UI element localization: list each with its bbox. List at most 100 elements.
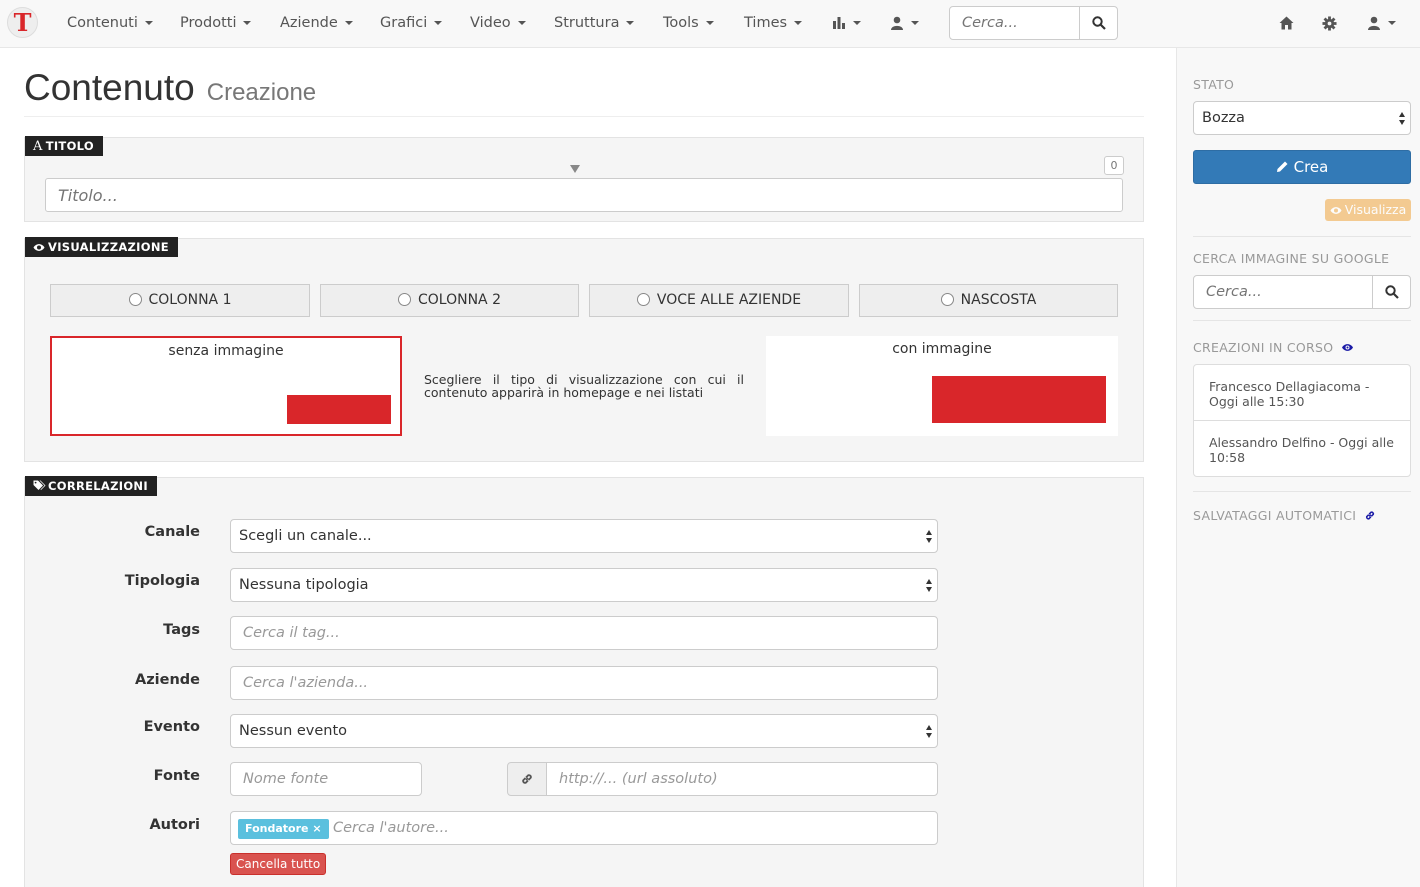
tipologia-select[interactable]: Nessuna tipologia <box>230 568 938 602</box>
radio-circle[interactable] <box>128 293 142 306</box>
caret-down-icon <box>243 21 252 25</box>
nav-label: Prodotti <box>180 15 237 31</box>
stato-select[interactable]: Bozza <box>1193 101 1411 135</box>
preview-senza-immagine[interactable]: senza immagine <box>50 336 402 436</box>
app-logo[interactable]: T <box>7 7 38 38</box>
bar-chart-icon <box>833 17 845 29</box>
caret-down-icon <box>705 21 714 25</box>
preview-bar <box>287 395 391 424</box>
select-arrows-icon <box>926 725 933 739</box>
section-tag-label: TITOLO <box>45 139 94 153</box>
tipologia-label: Tipologia <box>124 573 200 589</box>
caret-down-icon <box>434 21 443 25</box>
google-search-input[interactable] <box>1193 275 1373 309</box>
select-value: Nessun evento <box>239 723 348 739</box>
radio-voce-alle-aziende[interactable]: VOCE ALLE AZIENDE <box>589 284 849 317</box>
section-tag-label: VISUALIZZAZIONE <box>48 240 169 254</box>
collapse-arrow-icon[interactable] <box>570 165 580 173</box>
tags-input[interactable]: Cerca il tag... <box>230 616 938 650</box>
caret-down-icon <box>1388 21 1396 25</box>
canale-select[interactable]: Scegli un canale... <box>230 519 938 553</box>
radio-colonna-2[interactable]: COLONNA 2 <box>320 284 579 317</box>
title-char-counter: 0 <box>1104 156 1124 175</box>
creazioni-heading: CREAZIONI IN CORSO <box>1193 340 1354 355</box>
page-subtitle: Creazione <box>206 79 317 106</box>
author-chip: Fondatore × <box>238 819 329 839</box>
nav-aziende[interactable]: Aziende <box>280 0 353 46</box>
gear-icon <box>1322 15 1337 31</box>
logo-letter: T <box>13 8 32 37</box>
nav-tools[interactable]: Tools <box>663 0 714 46</box>
visualizza-button[interactable]: Visualizza <box>1325 199 1411 221</box>
nav-video[interactable]: Video <box>470 0 526 46</box>
radio-colonna-1[interactable]: COLONNA 1 <box>50 284 310 317</box>
caret-down-icon <box>911 21 919 25</box>
nav-label: Tools <box>663 15 699 31</box>
aziende-input[interactable]: Cerca l'azienda... <box>230 666 938 700</box>
nav-contenuti[interactable]: Contenuti <box>67 0 153 46</box>
user-icon <box>891 16 903 30</box>
crea-button[interactable]: Crea <box>1193 150 1411 184</box>
link-icon <box>522 774 532 784</box>
divider <box>1193 236 1411 237</box>
caret-down-icon <box>794 21 803 25</box>
select-arrows-icon <box>1399 112 1406 126</box>
google-heading: CERCA IMMAGINE SU GOOGLE <box>1193 251 1390 266</box>
divider <box>1193 320 1411 321</box>
panel-titolo: A TITOLO 0 <box>24 136 1144 222</box>
creazione-item[interactable]: Francesco Dellagiacoma - Oggi alle 15:30 <box>1193 364 1411 421</box>
radio-label: NASCOSTA <box>960 292 1037 308</box>
radio-circle[interactable] <box>636 293 650 306</box>
search-icon <box>1092 16 1106 30</box>
settings-button[interactable] <box>1322 0 1337 46</box>
fonte-url-input[interactable]: http://... (url assoluto) <box>546 762 938 796</box>
eye-icon[interactable] <box>1341 343 1354 352</box>
nav-times[interactable]: Times <box>744 0 803 46</box>
select-value: Bozza <box>1202 110 1245 126</box>
preview-label: con immagine <box>892 341 992 357</box>
google-search-button[interactable] <box>1372 275 1411 309</box>
select-value: Nessuna tipologia <box>239 577 369 593</box>
creazione-item[interactable]: Alessandro Delfino - Oggi alle 10:58 <box>1193 420 1411 477</box>
page-header: Contenuto Creazione <box>24 62 1144 117</box>
nav-users-menu[interactable] <box>890 0 919 46</box>
salvataggi-heading[interactable]: SALVATAGGI AUTOMATICI <box>1193 508 1376 523</box>
panel-visualizzazione: VISUALIZZAZIONE COLONNA 1 COLONNA 2 VOCE… <box>24 237 1144 462</box>
page-title-text: Contenuto <box>24 67 195 108</box>
caret-down-icon <box>853 21 861 25</box>
chip-remove-icon[interactable]: × <box>312 822 321 835</box>
nav-grafici[interactable]: Grafici <box>380 0 443 46</box>
home-button[interactable] <box>1279 0 1294 46</box>
fonte-label: Fonte <box>153 768 200 784</box>
radio-circle[interactable] <box>940 293 954 306</box>
caret-down-icon <box>344 21 353 25</box>
title-input[interactable] <box>45 178 1123 212</box>
url-addon <box>507 762 547 796</box>
navbar-search-input[interactable] <box>949 6 1080 40</box>
radio-nascosta[interactable]: NASCOSTA <box>859 284 1118 317</box>
author-chip-label: Fondatore <box>245 822 309 835</box>
nav-label: Video <box>470 15 511 31</box>
home-icon <box>1279 16 1294 30</box>
fonte-name-input[interactable]: Nome fonte <box>230 762 422 796</box>
evento-select[interactable]: Nessun evento <box>230 714 938 748</box>
creazioni-heading-text: CREAZIONI IN CORSO <box>1193 340 1334 355</box>
nav-label: Aziende <box>280 15 338 31</box>
nav-label: Grafici <box>380 15 428 31</box>
nav-label: Times <box>744 15 788 31</box>
preview-con-immagine[interactable]: con immagine <box>766 336 1118 436</box>
link-icon <box>1365 511 1374 520</box>
clear-authors-button[interactable]: Cancella tutto <box>230 853 327 875</box>
account-menu[interactable] <box>1367 0 1396 46</box>
nav-struttura[interactable]: Struttura <box>554 0 635 46</box>
nav-label: Struttura <box>554 15 620 31</box>
nav-prodotti[interactable]: Prodotti <box>180 0 252 46</box>
radio-circle[interactable] <box>398 293 411 306</box>
stato-heading: STATO <box>1193 77 1235 92</box>
navbar-search-button[interactable] <box>1079 6 1118 40</box>
panel-correlazioni: CORRELAZIONI Canale Scegli un canale... … <box>24 476 1144 887</box>
nav-stats-menu[interactable] <box>832 0 861 46</box>
autori-input[interactable]: Fondatore × Cerca l'autore... <box>230 811 938 845</box>
visualizza-label: Visualizza <box>1344 202 1407 217</box>
nav-label: Contenuti <box>67 15 138 31</box>
